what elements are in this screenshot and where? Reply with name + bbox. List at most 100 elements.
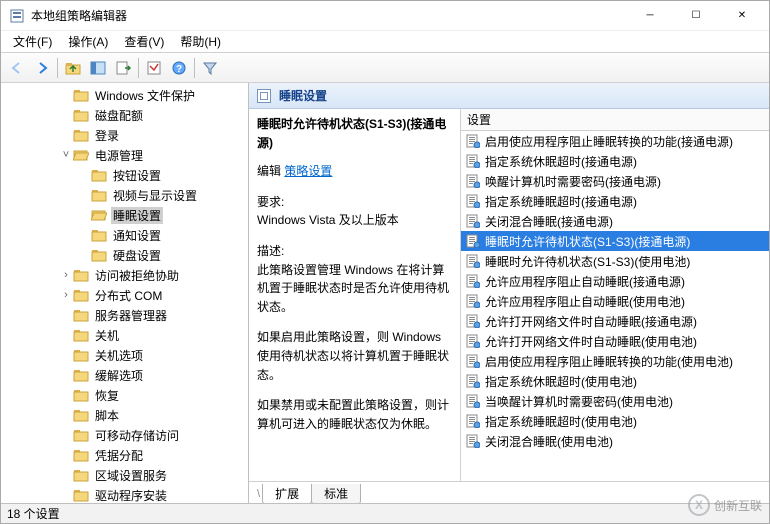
folder-icon [73, 428, 89, 442]
folder-icon [91, 228, 107, 242]
details-header: 睡眠设置 [249, 83, 769, 109]
policy-icon [465, 273, 481, 289]
tree-item[interactable]: 服务器管理器 [1, 305, 248, 325]
maximize-button[interactable]: ☐ [673, 1, 719, 31]
folder-icon [73, 468, 89, 482]
tree-item[interactable]: 磁盘配额 [1, 105, 248, 125]
policy-row[interactable]: 允许应用程序阻止自动睡眠(使用电池) [461, 291, 769, 311]
policy-row[interactable]: 允许应用程序阻止自动睡眠(接通电源) [461, 271, 769, 291]
tree-item-label: 硬盘设置 [113, 249, 161, 263]
tree-item[interactable]: 关机选项 [1, 345, 248, 365]
tree-item[interactable]: 视频与显示设置 [1, 185, 248, 205]
tree-item[interactable]: 关机 [1, 325, 248, 345]
tree-pane[interactable]: Windows 文件保护磁盘配额登录 ˅ 电源管理按钮设置视频与显示设置睡眠设置通知… [1, 83, 249, 503]
policy-icon [465, 153, 481, 169]
policy-row[interactable]: 当唤醒计算机时需要密码(使用电池) [461, 391, 769, 411]
menu-help[interactable]: 帮助(H) [172, 31, 229, 53]
tree-item[interactable]: 驱动程序安装 [1, 485, 248, 503]
menu-file[interactable]: 文件(F) [5, 31, 60, 53]
tree-item[interactable]: 可移动存储访问 [1, 425, 248, 445]
policy-icon [465, 353, 481, 369]
tree-item[interactable]: ˅ 电源管理 [1, 145, 248, 165]
tree-item[interactable]: 缓解选项 [1, 365, 248, 385]
tree-item[interactable]: 登录 [1, 125, 248, 145]
tree-item[interactable]: 脚本 [1, 405, 248, 425]
close-button[interactable]: ✕ [719, 1, 765, 31]
tree-item[interactable]: ›分布式 COM [1, 285, 248, 305]
folder-icon [73, 308, 89, 322]
tab-standard[interactable]: 标准 [311, 484, 361, 504]
policy-label: 启用使应用程序阻止睡眠转换的功能(使用电池) [485, 353, 733, 370]
policy-icon [465, 413, 481, 429]
policy-row[interactable]: 睡眠时允许待机状态(S1-S3)(接通电源) [461, 231, 769, 251]
show-hide-tree-button[interactable] [86, 56, 110, 80]
policy-row[interactable]: 启用使应用程序阻止睡眠转换的功能(使用电池) [461, 351, 769, 371]
policy-row[interactable]: 关闭混合睡眠(使用电池) [461, 431, 769, 451]
tree-item-label: 睡眠设置 [113, 209, 161, 223]
export-list-button[interactable] [111, 56, 135, 80]
policy-icon [465, 393, 481, 409]
nav-back-button [5, 56, 29, 80]
category-icon [257, 89, 271, 103]
tree-item[interactable]: 凭据分配 [1, 445, 248, 465]
up-folder-button[interactable] [61, 56, 85, 80]
policy-row[interactable]: 指定系统休眠超时(接通电源) [461, 151, 769, 171]
policy-icon [465, 433, 481, 449]
right-pane: 睡眠设置 睡眠时允许待机状态(S1-S3)(接通电源) 编辑 策略设置 要求: … [249, 83, 769, 503]
folder-icon [91, 188, 107, 202]
policy-row[interactable]: 启用使应用程序阻止睡眠转换的功能(接通电源) [461, 131, 769, 151]
policy-row[interactable]: 睡眠时允许待机状态(S1-S3)(使用电池) [461, 251, 769, 271]
tree-item[interactable]: 睡眠设置 [1, 205, 248, 225]
expand-icon[interactable]: › [59, 269, 73, 281]
minimize-button[interactable]: ─ [627, 1, 673, 31]
expand-icon[interactable]: ˅ [59, 149, 73, 161]
tab-extended[interactable]: 扩展 [262, 484, 312, 504]
tree-item-label: Windows 文件保护 [95, 89, 195, 103]
policy-label: 指定系统休眠超时(使用电池) [485, 373, 637, 390]
filter-button[interactable] [198, 56, 222, 80]
policy-icon [465, 173, 481, 189]
edit-prefix: 编辑 [257, 164, 281, 178]
tree-item[interactable]: 硬盘设置 [1, 245, 248, 265]
policy-row[interactable]: 关闭混合睡眠(接通电源) [461, 211, 769, 231]
folder-icon [91, 208, 107, 222]
tree-item-label: 磁盘配额 [95, 109, 143, 123]
tree-item-label: 关机 [95, 329, 119, 343]
properties-button[interactable] [142, 56, 166, 80]
tree-item-label: 区域设置服务 [95, 469, 167, 483]
desc-label: 描述: [257, 242, 452, 261]
policy-row[interactable]: 唤醒计算机时需要密码(接通电源) [461, 171, 769, 191]
tree-item-label: 驱动程序安装 [95, 489, 167, 503]
policy-row[interactable]: 允许打开网络文件时自动睡眠(接通电源) [461, 311, 769, 331]
tree-item[interactable]: ›访问被拒绝协助 [1, 265, 248, 285]
tree-item[interactable]: 恢复 [1, 385, 248, 405]
policy-list[interactable]: 启用使应用程序阻止睡眠转换的功能(接通电源) 指定系统休眠超时(接通电源)唤醒计算… [461, 131, 769, 481]
nav-forward-button[interactable] [30, 56, 54, 80]
policy-icon [465, 133, 481, 149]
policy-row[interactable]: 指定系统休眠超时(使用电池) [461, 371, 769, 391]
policy-list-pane: 设置 启用使应用程序阻止睡眠转换的功能(接通电源) 指定系统休眠超时(接通电源)唤… [461, 109, 769, 481]
tree-item-label: 可移动存储访问 [95, 429, 179, 443]
policy-row[interactable]: 允许打开网络文件时自动睡眠(使用电池) [461, 331, 769, 351]
tree-item[interactable]: 按钮设置 [1, 165, 248, 185]
tree-item[interactable]: 区域设置服务 [1, 465, 248, 485]
tree-item-label: 电源管理 [95, 149, 143, 163]
menu-action[interactable]: 操作(A) [60, 31, 116, 53]
tree-item-label: 服务器管理器 [95, 309, 167, 323]
folder-icon [73, 488, 89, 502]
tree-item-label: 通知设置 [113, 229, 161, 243]
statusbar: 18 个设置 [1, 503, 769, 523]
policy-row[interactable]: 指定系统睡眠超时(使用电池) [461, 411, 769, 431]
policy-icon [465, 333, 481, 349]
tree-item[interactable]: 通知设置 [1, 225, 248, 245]
list-header[interactable]: 设置 [461, 109, 769, 131]
policy-row[interactable]: 指定系统睡眠超时(接通电源) [461, 191, 769, 211]
expand-icon[interactable]: › [59, 289, 73, 301]
policy-label: 启用使应用程序阻止睡眠转换的功能(接通电源) [485, 133, 733, 150]
folder-icon [73, 348, 89, 362]
menu-view[interactable]: 查看(V) [116, 31, 172, 53]
edit-policy-link[interactable]: 策略设置 [284, 164, 332, 178]
help-button[interactable]: ? [167, 56, 191, 80]
policy-label: 指定系统休眠超时(接通电源) [485, 153, 637, 170]
tree-item[interactable]: Windows 文件保护 [1, 85, 248, 105]
